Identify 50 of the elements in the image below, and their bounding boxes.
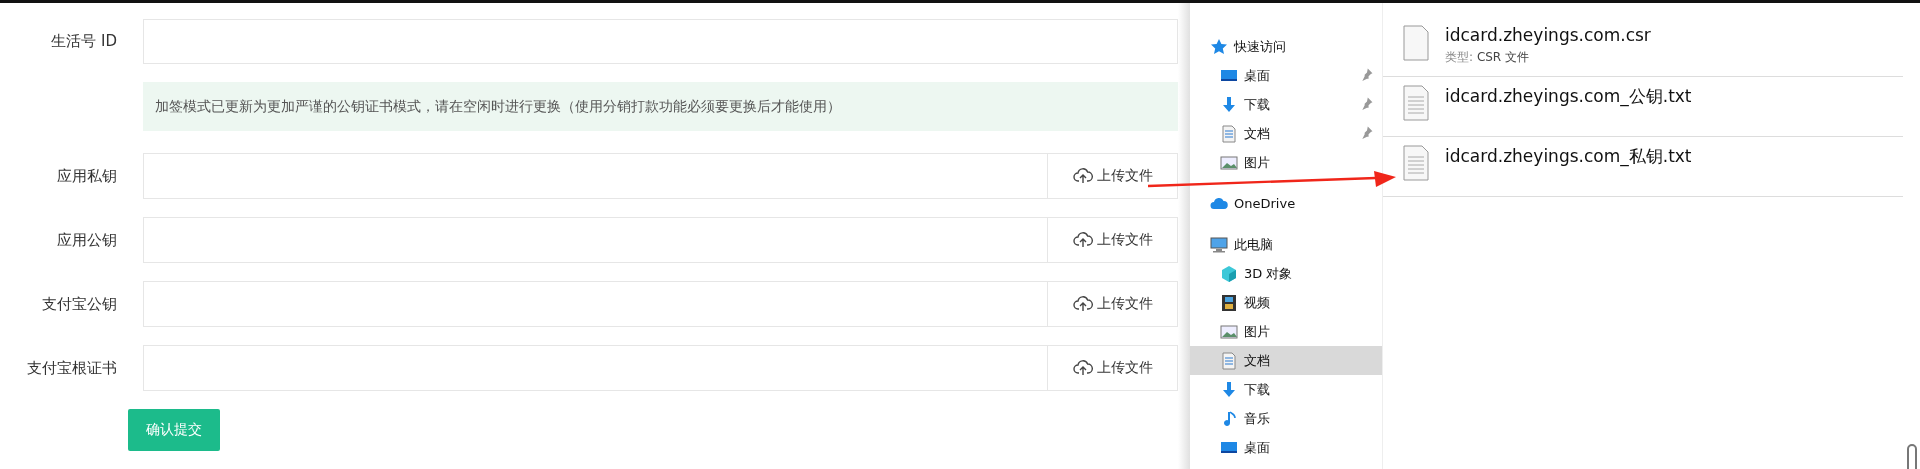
text-file-icon [1403, 85, 1429, 121]
input-field[interactable]: 上传文件 [143, 217, 1178, 263]
cloud-upload-icon [1072, 359, 1093, 377]
blank-file-icon [1403, 25, 1429, 61]
down-arrow-icon [1220, 380, 1238, 399]
pin-icon [1360, 67, 1374, 81]
text-file-icon [1403, 145, 1429, 181]
cube-icon [1220, 264, 1238, 283]
nav-item[interactable]: 图片 [1190, 148, 1382, 177]
nav-item[interactable]: 下载 [1190, 90, 1382, 119]
file-item[interactable]: idcard.zheyings.com.csr 类型: CSR 文件 [1383, 17, 1903, 77]
scrollbar[interactable] [1178, 3, 1190, 469]
nav-item[interactable]: 文档 [1190, 346, 1382, 375]
cloud-upload-icon [1072, 231, 1093, 249]
down-arrow-icon [1220, 95, 1238, 114]
computer-icon [1210, 235, 1228, 254]
picture-icon [1220, 322, 1238, 341]
nav-item[interactable]: 桌面 [1190, 61, 1382, 90]
pin-icon [1360, 96, 1374, 110]
nav-item[interactable]: 快速访问 [1190, 32, 1382, 61]
paperclip-icon [1906, 443, 1918, 469]
nav-item[interactable]: 音乐 [1190, 404, 1382, 433]
field-label: 应用公钥 [56, 230, 117, 250]
field-label: 生活号 ID [50, 32, 117, 51]
picture-icon [1220, 153, 1238, 172]
nav-item[interactable]: 此电脑 [1190, 230, 1382, 259]
field-label: 支付宝根证书 [26, 358, 117, 378]
document-icon [1220, 124, 1238, 143]
file-item[interactable]: idcard.zheyings.com_公钥.txt [1383, 77, 1903, 137]
document-icon [1220, 351, 1238, 370]
cloud-upload-icon [1072, 167, 1093, 185]
film-icon [1220, 293, 1238, 312]
pin-icon [1360, 125, 1374, 139]
nav-item[interactable]: 桌面 [1190, 433, 1382, 462]
nav-item[interactable]: 视频 [1190, 288, 1382, 317]
file-item[interactable]: idcard.zheyings.com_私钥.txt [1383, 137, 1903, 197]
input-field[interactable]: 上传文件 [143, 281, 1178, 327]
field-label: 支付宝公钥 [41, 294, 117, 314]
nav-item[interactable]: 图片 [1190, 317, 1382, 346]
cloud-upload-icon [1072, 295, 1093, 313]
notice-banner: 加签模式已更新为更加严谨的公钥证书模式，请在空闲时进行更换（使用分销打款功能必须要更换后才能使用） [143, 82, 1178, 131]
nav-item[interactable]: 下载 [1190, 375, 1382, 404]
nav-item[interactable]: 文档 [1190, 119, 1382, 148]
field-label: 应用私钥 [56, 166, 117, 186]
star-icon [1210, 37, 1228, 56]
input-field[interactable] [143, 19, 1178, 64]
nav-item[interactable]: 3D 对象 [1190, 259, 1382, 288]
nav-item[interactable]: OneDrive [1190, 189, 1382, 218]
input-field[interactable]: 上传文件 [143, 153, 1178, 199]
input-field[interactable]: 上传文件 [143, 345, 1178, 391]
